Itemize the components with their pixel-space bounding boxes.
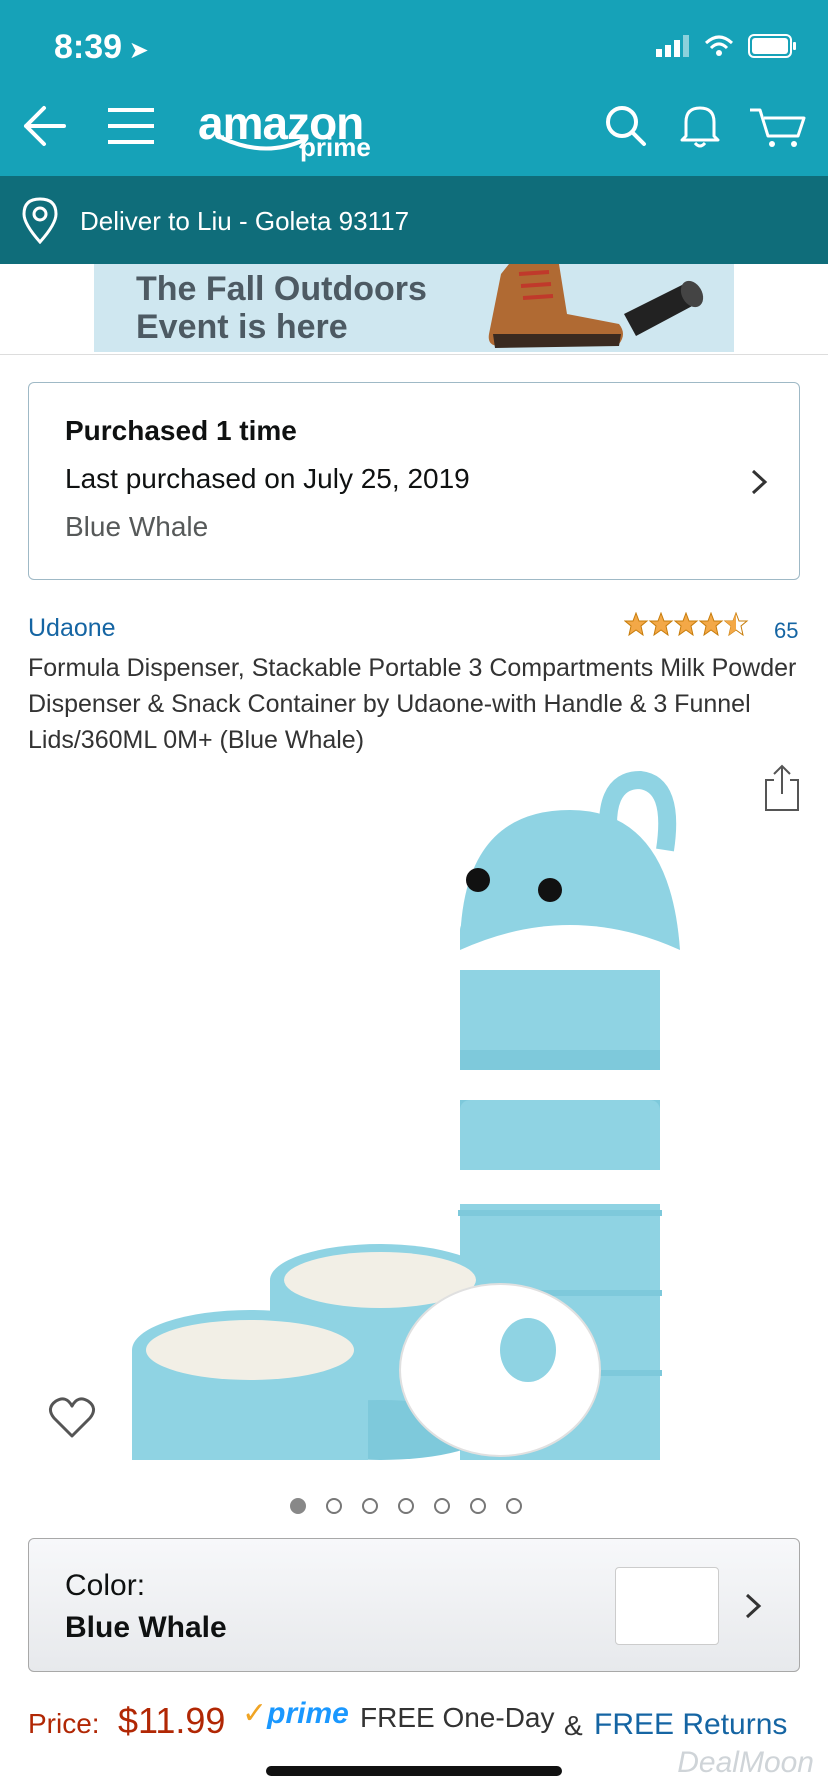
color-swatch[interactable] [615,1567,719,1645]
carousel-dot[interactable] [398,1498,414,1514]
banner-line-1: The Fall Outdoors [136,270,427,308]
flashlight-image [624,280,704,336]
location-pin-icon [22,197,58,244]
share-icon[interactable] [764,764,800,812]
menu-icon[interactable] [106,104,156,148]
chevron-right-icon [745,1593,762,1619]
prime-badge: ✓prime [242,1697,349,1730]
chevron-right-icon [751,469,768,495]
purchase-count: Purchased 1 time [65,415,297,446]
bell-icon[interactable] [678,102,722,150]
status-icons [656,34,798,58]
wishlist-heart-icon[interactable] [48,1396,96,1440]
free-returns-link[interactable]: FREE Returns [594,1708,787,1742]
watermark: DealMoon [677,1746,814,1779]
last-purchased-date: Last purchased on July 25, 2019 [65,463,470,494]
brand-link[interactable]: Udaone [28,614,116,643]
cart-icon[interactable] [748,104,808,150]
promo-banner[interactable]: The Fall Outdoors Event is here [94,264,734,352]
price-label: Price: [28,1708,100,1739]
carousel-dot[interactable] [470,1498,486,1514]
smile-logo-icon [221,134,309,151]
divider [0,354,828,355]
status-time: 8:39 ➤ [54,28,149,66]
image-carousel-dots[interactable] [290,1498,522,1514]
purchased-variant: Blue Whale [65,511,209,542]
price-row: Price: $11.99 ✓prime FREE One-Day & FREE… [28,1696,828,1746]
free-one-day-shipping: FREE One-Day [360,1702,555,1733]
home-indicator[interactable] [266,1766,562,1776]
carousel-dot[interactable] [434,1498,450,1514]
carousel-dot[interactable] [326,1498,342,1514]
ampersand: & [564,1710,583,1741]
prime-check-icon: ✓ [242,1697,268,1730]
prime-logo-text: prime [300,132,371,162]
battery-icon [748,34,796,58]
purchase-history-card[interactable]: Purchased 1 time Last purchased on July … [28,382,800,580]
search-icon[interactable] [604,104,648,148]
color-value: Blue Whale [65,1611,227,1644]
deliver-to-text[interactable]: Deliver to Liu - Goleta 93117 [80,206,409,237]
rating-stars-icon[interactable] [624,612,750,638]
signal-icon [656,35,689,57]
back-arrow-icon[interactable] [20,104,68,148]
carousel-dot[interactable] [290,1498,306,1514]
wifi-icon [704,35,734,56]
product-image[interactable] [130,770,690,1460]
carousel-dot[interactable] [362,1498,378,1514]
carousel-dot[interactable] [506,1498,522,1514]
product-title: Formula Dispenser, Stackable Portable 3 … [28,654,797,754]
color-selector[interactable]: Color: Blue Whale [28,1538,800,1672]
hiking-boot-image [488,264,623,348]
color-label: Color: [65,1569,146,1602]
rating-count[interactable]: 65 [774,618,798,644]
price-value: $11.99 [118,1700,226,1741]
banner-line-2: Event is here [136,308,348,346]
